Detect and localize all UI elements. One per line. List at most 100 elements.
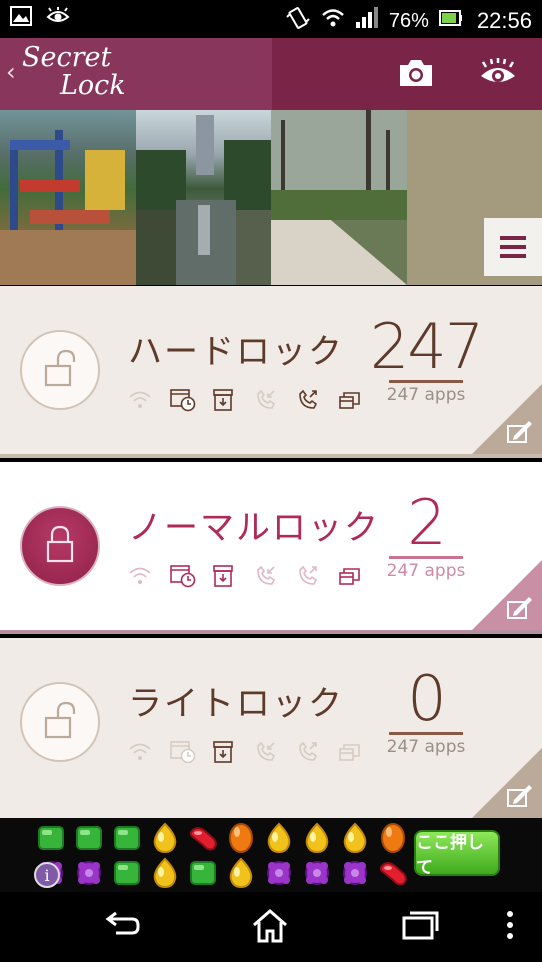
camera-button[interactable] bbox=[394, 55, 438, 95]
outgoing-call-icon bbox=[296, 388, 320, 412]
photo-strip bbox=[0, 110, 542, 285]
wifi-icon bbox=[128, 388, 152, 412]
ad-info-icon[interactable]: i bbox=[34, 862, 60, 888]
wifi-icon bbox=[321, 7, 345, 35]
vibrate-icon bbox=[285, 5, 311, 37]
eye-icon bbox=[478, 58, 518, 92]
ad-banner[interactable]: i ここ押して bbox=[0, 818, 542, 892]
navigation-bar bbox=[0, 892, 542, 962]
red-candy-icon bbox=[184, 820, 222, 855]
lock-closed-icon bbox=[43, 524, 77, 568]
lock-card-normal[interactable]: ノーマルロック 2 247 apps bbox=[0, 462, 542, 634]
app-count-number: 0 bbox=[407, 662, 446, 735]
list-menu-icon bbox=[500, 236, 526, 240]
wifi-icon bbox=[128, 564, 152, 588]
eye-notification-icon bbox=[46, 7, 70, 29]
windows-icon bbox=[338, 564, 362, 588]
lock-open-icon bbox=[43, 348, 77, 392]
outgoing-call-icon bbox=[296, 564, 320, 588]
outgoing-call-icon bbox=[296, 740, 320, 764]
lock-title: ハードロック bbox=[128, 332, 344, 372]
back-arrow-icon bbox=[102, 911, 142, 943]
green-candy-icon bbox=[70, 820, 108, 855]
photo-playground[interactable] bbox=[0, 110, 136, 285]
app-count-number: 247 bbox=[369, 310, 484, 383]
status-bar: 76% 22:56 bbox=[0, 0, 542, 38]
back-nav-button[interactable] bbox=[92, 904, 152, 950]
incoming-call-icon bbox=[254, 388, 278, 412]
app-count[interactable]: 2 247 apps bbox=[366, 486, 486, 582]
lock-toggle-button[interactable] bbox=[20, 330, 100, 410]
lock-toggle-button[interactable] bbox=[20, 506, 100, 586]
yellow-candy-icon bbox=[298, 820, 336, 855]
yellow-candy-icon bbox=[260, 820, 298, 855]
battery-icon bbox=[438, 9, 463, 33]
green-candy-icon bbox=[108, 855, 146, 890]
battery-percent: 76% bbox=[388, 9, 429, 32]
wifi-icon bbox=[128, 740, 152, 764]
archive-icon bbox=[212, 740, 236, 764]
timer-icon bbox=[170, 740, 196, 764]
logo-area[interactable]: ‹ Secret Lock bbox=[0, 38, 272, 110]
app-count-label: 247 apps bbox=[386, 385, 466, 405]
home-icon bbox=[250, 907, 290, 947]
home-nav-button[interactable] bbox=[240, 904, 300, 950]
feature-icons bbox=[128, 388, 362, 412]
feature-icons bbox=[128, 564, 362, 588]
archive-icon bbox=[212, 388, 236, 412]
logo-line1: Secret bbox=[22, 42, 112, 73]
app-logo: Secret Lock bbox=[22, 44, 126, 100]
green-candy-icon bbox=[32, 820, 70, 855]
back-icon[interactable]: ‹ bbox=[6, 58, 16, 86]
app-count[interactable]: 247 247 apps bbox=[366, 310, 486, 406]
edit-button[interactable] bbox=[472, 384, 542, 454]
yellow-candy-icon bbox=[222, 855, 260, 890]
timer-icon bbox=[170, 564, 196, 588]
edit-button[interactable] bbox=[472, 560, 542, 630]
yellow-candy-icon bbox=[146, 820, 184, 855]
lock-toggle-button[interactable] bbox=[20, 682, 100, 762]
logo-line2: Lock bbox=[60, 70, 126, 101]
app-header: ‹ Secret Lock bbox=[0, 38, 542, 110]
yellow-candy-icon bbox=[146, 855, 184, 890]
eye-button[interactable] bbox=[476, 55, 520, 95]
candy-grid bbox=[32, 820, 410, 890]
lock-title: ノーマルロック bbox=[128, 508, 380, 548]
lock-title: ライトロック bbox=[128, 684, 344, 724]
timer-icon bbox=[170, 388, 196, 412]
lock-open-icon bbox=[43, 700, 77, 744]
yellow-candy-icon bbox=[336, 820, 374, 855]
purple-candy-icon bbox=[70, 855, 108, 890]
clock: 22:56 bbox=[476, 8, 532, 33]
windows-icon bbox=[338, 740, 362, 764]
orange-candy-icon bbox=[374, 820, 412, 855]
ad-cta-button[interactable]: ここ押して bbox=[414, 830, 500, 878]
purple-candy-icon bbox=[336, 855, 374, 890]
app-count-number: 2 bbox=[407, 486, 446, 559]
edit-button[interactable] bbox=[472, 748, 542, 818]
windows-icon bbox=[338, 388, 362, 412]
purple-candy-icon bbox=[260, 855, 298, 890]
list-menu-button[interactable] bbox=[484, 218, 542, 276]
signal-icon bbox=[355, 7, 379, 35]
feature-icons bbox=[128, 740, 362, 764]
lock-card-light[interactable]: ライトロック 0 247 apps bbox=[0, 638, 542, 818]
incoming-call-icon bbox=[254, 564, 278, 588]
lock-card-hard[interactable]: ハードロック 247 247 apps bbox=[0, 286, 542, 458]
camera-icon bbox=[396, 57, 436, 93]
gallery-icon bbox=[10, 6, 32, 30]
recent-apps-icon bbox=[400, 909, 440, 945]
green-candy-icon bbox=[108, 820, 146, 855]
recent-apps-button[interactable] bbox=[390, 904, 450, 950]
photo-park-path[interactable] bbox=[271, 110, 407, 285]
orange-candy-icon bbox=[222, 820, 260, 855]
green-candy-icon bbox=[184, 855, 222, 890]
photo-canal[interactable] bbox=[135, 110, 271, 285]
overflow-menu-button[interactable] bbox=[482, 904, 538, 950]
purple-candy-icon bbox=[298, 855, 336, 890]
archive-icon bbox=[212, 564, 236, 588]
incoming-call-icon bbox=[254, 740, 278, 764]
overflow-menu-icon bbox=[506, 910, 514, 944]
app-count-label: 247 apps bbox=[386, 737, 466, 757]
app-count[interactable]: 0 247 apps bbox=[366, 662, 486, 758]
